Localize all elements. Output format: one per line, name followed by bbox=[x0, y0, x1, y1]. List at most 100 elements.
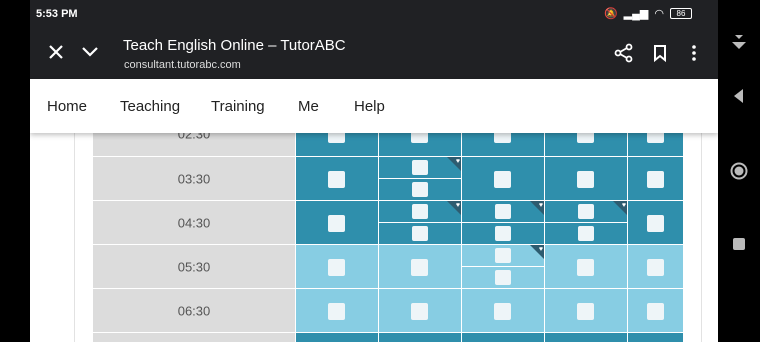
half-slot[interactable] bbox=[545, 223, 627, 245]
slot-checkbox[interactable] bbox=[646, 214, 664, 232]
slot[interactable] bbox=[544, 289, 627, 332]
slot-checkbox[interactable] bbox=[646, 258, 664, 276]
bookmark-icon[interactable] bbox=[650, 43, 670, 63]
home-icon[interactable] bbox=[729, 161, 749, 181]
half-slot[interactable]: ♥ bbox=[379, 201, 461, 223]
slot-checkbox[interactable] bbox=[495, 226, 511, 242]
slot[interactable] bbox=[295, 157, 378, 200]
slot[interactable] bbox=[544, 130, 627, 156]
slot[interactable] bbox=[627, 157, 683, 200]
slot-split[interactable]: ♥ bbox=[461, 201, 544, 244]
status-icons: 🔕 ▂▄▆ ◠ 86 bbox=[604, 7, 692, 20]
nav-home[interactable]: Home bbox=[47, 98, 87, 115]
back-icon[interactable] bbox=[729, 86, 749, 106]
half-slot[interactable]: ♥ bbox=[462, 201, 544, 223]
slot[interactable] bbox=[378, 245, 461, 288]
nav-teaching[interactable]: Teaching bbox=[120, 98, 180, 115]
slot-checkbox[interactable] bbox=[412, 160, 428, 176]
close-icon[interactable] bbox=[46, 42, 66, 62]
slot-checkbox[interactable] bbox=[646, 302, 664, 320]
slot[interactable] bbox=[627, 130, 683, 156]
schedule-row bbox=[93, 333, 683, 342]
site-nav: Home Teaching Training Me Help bbox=[30, 79, 718, 133]
slot[interactable] bbox=[544, 245, 627, 288]
time-label: 05:30 bbox=[93, 245, 295, 288]
slot[interactable] bbox=[627, 333, 683, 342]
slot-checkbox[interactable] bbox=[411, 302, 428, 320]
slot-checkbox[interactable] bbox=[495, 270, 511, 286]
mute-icon: 🔕 bbox=[603, 8, 618, 20]
slot[interactable] bbox=[627, 289, 683, 332]
slot-checkbox[interactable] bbox=[328, 170, 345, 188]
half-slot[interactable]: ♥ bbox=[545, 201, 627, 223]
slot[interactable] bbox=[295, 130, 378, 156]
battery-icon: 86 bbox=[670, 8, 692, 19]
slot-split[interactable]: ♥ bbox=[378, 201, 461, 244]
slot-checkbox[interactable] bbox=[577, 170, 594, 188]
page-url: consultant.tutorabc.com bbox=[124, 59, 241, 71]
nav-me[interactable]: Me bbox=[298, 98, 319, 115]
slot[interactable] bbox=[378, 289, 461, 332]
slot-checkbox[interactable] bbox=[328, 302, 345, 320]
slot[interactable] bbox=[461, 333, 544, 342]
slot-checkbox[interactable] bbox=[328, 258, 345, 276]
slot-split[interactable]: ♥ bbox=[378, 157, 461, 200]
time-label: 06:30 bbox=[93, 289, 295, 332]
browser-toolbar: Teach English Online – TutorABC consulta… bbox=[30, 30, 718, 79]
slot[interactable] bbox=[378, 333, 461, 342]
slot-checkbox[interactable] bbox=[578, 226, 594, 242]
slot[interactable] bbox=[627, 245, 683, 288]
slot-checkbox[interactable] bbox=[577, 258, 594, 276]
status-time: 5:53 PM bbox=[36, 8, 78, 20]
recents-icon[interactable] bbox=[729, 234, 749, 254]
slot[interactable] bbox=[378, 130, 461, 156]
nav-help[interactable]: Help bbox=[354, 98, 385, 115]
favorite-marker: ♥ bbox=[447, 157, 461, 171]
slot-checkbox[interactable] bbox=[495, 248, 511, 264]
slot[interactable] bbox=[627, 201, 683, 244]
slot-checkbox[interactable] bbox=[411, 258, 428, 276]
slot-checkbox[interactable] bbox=[412, 226, 428, 242]
half-slot[interactable]: ♥ bbox=[462, 245, 544, 267]
schedule-row: 02:30 bbox=[93, 130, 683, 156]
slot-split[interactable]: ♥ bbox=[544, 201, 627, 244]
slot[interactable] bbox=[295, 201, 378, 244]
slot[interactable] bbox=[295, 333, 378, 342]
half-slot[interactable]: ♥ bbox=[379, 157, 461, 179]
favorite-marker: ♥ bbox=[447, 201, 461, 215]
share-icon[interactable] bbox=[614, 43, 634, 63]
favorite-marker: ♥ bbox=[613, 201, 627, 215]
slot[interactable] bbox=[461, 289, 544, 332]
slot-split[interactable]: ♥ bbox=[461, 245, 544, 288]
slot[interactable] bbox=[295, 245, 378, 288]
half-slot[interactable] bbox=[462, 223, 544, 245]
slot-checkbox[interactable] bbox=[577, 302, 594, 320]
slot-checkbox[interactable] bbox=[495, 204, 511, 220]
hide-nav-icon[interactable] bbox=[729, 32, 749, 52]
slot[interactable] bbox=[461, 157, 544, 200]
slot-checkbox[interactable] bbox=[578, 204, 594, 220]
slot[interactable] bbox=[544, 333, 627, 342]
half-slot[interactable] bbox=[379, 223, 461, 245]
half-slot[interactable] bbox=[379, 179, 461, 201]
slot-checkbox[interactable] bbox=[328, 214, 345, 232]
time-label bbox=[93, 333, 295, 342]
favorite-marker: ♥ bbox=[530, 245, 544, 259]
chevron-down-icon[interactable] bbox=[80, 42, 100, 62]
slot-checkbox[interactable] bbox=[494, 302, 511, 320]
slot[interactable] bbox=[544, 157, 627, 200]
schedule-row: 06:30 bbox=[93, 289, 683, 332]
nav-training[interactable]: Training bbox=[211, 98, 265, 115]
time-label: 02:30 bbox=[93, 130, 295, 156]
slot-checkbox[interactable] bbox=[646, 170, 664, 188]
system-nav-bar bbox=[718, 0, 760, 342]
slot[interactable] bbox=[295, 289, 378, 332]
slot-checkbox[interactable] bbox=[494, 170, 511, 188]
half-slot[interactable] bbox=[462, 267, 544, 289]
slot[interactable] bbox=[461, 130, 544, 156]
slot-checkbox[interactable] bbox=[412, 182, 428, 198]
more-options-icon[interactable] bbox=[684, 43, 704, 63]
heart-icon: ♥ bbox=[538, 246, 543, 253]
status-bar: 5:53 PM 🔕 ▂▄▆ ◠ 86 bbox=[30, 0, 718, 30]
slot-checkbox[interactable] bbox=[412, 204, 428, 220]
